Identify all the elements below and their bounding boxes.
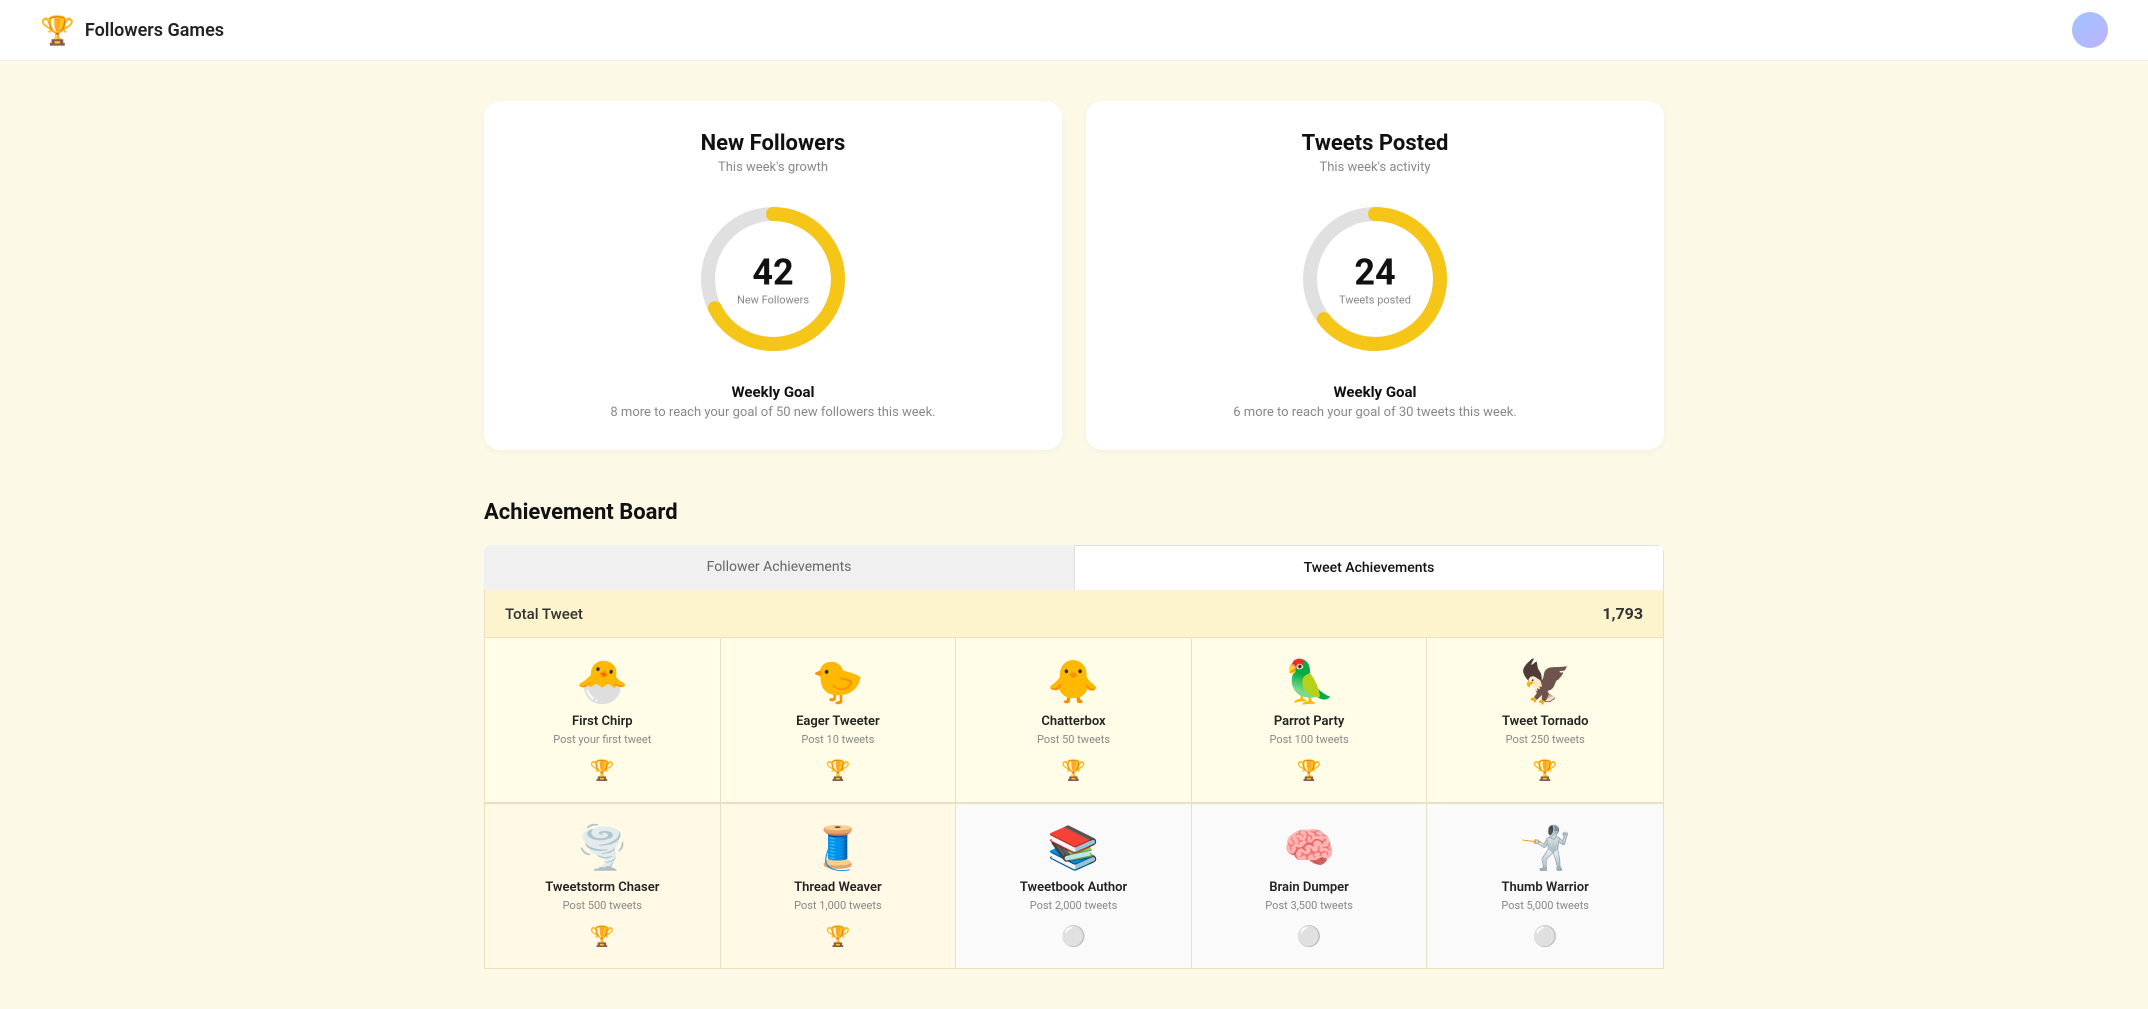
new-followers-subtitle: This week's growth <box>524 160 1022 175</box>
new-followers-label: New Followers <box>737 294 809 307</box>
new-followers-chart: 42 New Followers <box>524 199 1022 359</box>
thumb-warrior-desc: Post 5,000 tweets <box>1443 899 1647 912</box>
thumb-warrior-emoji: 🤺 <box>1443 828 1647 870</box>
avatar[interactable] <box>2072 12 2108 48</box>
tweets-posted-donut: 24 Tweets posted <box>1295 199 1455 359</box>
eager-tweeter-desc: Post 10 tweets <box>737 733 940 746</box>
achievement-thumb-warrior: 🤺 Thumb Warrior Post 5,000 tweets ⚪ <box>1427 804 1663 968</box>
first-chirp-name: First Chirp <box>501 714 704 729</box>
tweet-tornado-trophy: 🏆 <box>1533 758 1558 782</box>
thread-weaver-desc: Post 1,000 tweets <box>737 899 940 912</box>
tweetstorm-chaser-emoji: 🌪️ <box>501 828 704 870</box>
tweetstorm-chaser-trophy: 🏆 <box>590 924 615 948</box>
avatar-image <box>2072 12 2108 48</box>
tweets-posted-goal-text: 6 more to reach your goal of 30 tweets t… <box>1126 405 1624 420</box>
tweets-posted-title: Tweets Posted <box>1126 131 1624 156</box>
eager-tweeter-trophy: 🏆 <box>825 758 850 782</box>
brain-dumper-desc: Post 3,500 tweets <box>1208 899 1411 912</box>
first-chirp-desc: Post your first tweet <box>501 733 704 746</box>
tweet-tornado-name: Tweet Tornado <box>1443 714 1647 729</box>
tweets-posted-goal-title: Weekly Goal <box>1126 383 1624 401</box>
parrot-party-trophy: 🏆 <box>1297 758 1322 782</box>
achievement-brain-dumper: 🧠 Brain Dumper Post 3,500 tweets ⚪ <box>1192 804 1428 968</box>
tweets-posted-subtitle: This week's activity <box>1126 160 1624 175</box>
tweets-posted-chart: 24 Tweets posted <box>1126 199 1624 359</box>
achievement-thread-weaver: 🧵 Thread Weaver Post 1,000 tweets 🏆 <box>721 804 957 968</box>
achievement-board-title: Achievement Board <box>484 500 1664 525</box>
thread-weaver-name: Thread Weaver <box>737 880 940 895</box>
parrot-party-emoji: 🦜 <box>1208 662 1411 704</box>
achievement-grid-row2: 🌪️ Tweetstorm Chaser Post 500 tweets 🏆 🧵… <box>484 804 1664 969</box>
tweetbook-author-emoji: 📚 <box>972 828 1175 870</box>
thumb-warrior-name: Thumb Warrior <box>1443 880 1647 895</box>
new-followers-goal-title: Weekly Goal <box>524 383 1022 401</box>
app-title: Followers Games <box>85 20 224 41</box>
achievement-tabs: Follower Achievements Tweet Achievements <box>484 545 1664 590</box>
tweetbook-author-desc: Post 2,000 tweets <box>972 899 1175 912</box>
achievement-tweetstorm-chaser: 🌪️ Tweetstorm Chaser Post 500 tweets 🏆 <box>485 804 721 968</box>
main-content: New Followers This week's growth 42 New … <box>454 61 1694 1009</box>
first-chirp-emoji: 🐣 <box>501 662 704 704</box>
tweetbook-author-name: Tweetbook Author <box>972 880 1175 895</box>
header: 🏆 Followers Games <box>0 0 2148 61</box>
chatterbox-name: Chatterbox <box>972 714 1175 729</box>
logo-icon: 🏆 <box>40 14 75 47</box>
tweets-posted-center: 24 Tweets posted <box>1339 252 1411 307</box>
first-chirp-trophy: 🏆 <box>590 758 615 782</box>
achievement-parrot-party: 🦜 Parrot Party Post 100 tweets 🏆 <box>1192 638 1428 803</box>
thread-weaver-trophy: 🏆 <box>825 924 850 948</box>
new-followers-center: 42 New Followers <box>737 252 809 307</box>
chatterbox-trophy: 🏆 <box>1061 758 1086 782</box>
achievement-eager-tweeter: 🐤 Eager Tweeter Post 10 tweets 🏆 <box>721 638 957 803</box>
tweet-tornado-desc: Post 250 tweets <box>1443 733 1647 746</box>
achievement-tweet-tornado: 🦅 Tweet Tornado Post 250 tweets 🏆 <box>1427 638 1663 803</box>
parrot-party-desc: Post 100 tweets <box>1208 733 1411 746</box>
eager-tweeter-emoji: 🐤 <box>737 662 940 704</box>
new-followers-goal-text: 8 more to reach your goal of 50 new foll… <box>524 405 1022 420</box>
tab-follower-achievements[interactable]: Follower Achievements <box>484 545 1074 590</box>
stats-row: New Followers This week's growth 42 New … <box>484 101 1664 450</box>
achievement-tweetbook-author: 📚 Tweetbook Author Post 2,000 tweets ⚪ <box>956 804 1192 968</box>
thread-weaver-emoji: 🧵 <box>737 828 940 870</box>
tweet-tornado-emoji: 🦅 <box>1443 662 1647 704</box>
tweetstorm-chaser-desc: Post 500 tweets <box>501 899 704 912</box>
achievement-grid-row1: 🐣 First Chirp Post your first tweet 🏆 🐤 … <box>484 638 1664 804</box>
new-followers-donut: 42 New Followers <box>693 199 853 359</box>
chatterbox-desc: Post 50 tweets <box>972 733 1175 746</box>
tweets-posted-label: Tweets posted <box>1339 294 1411 307</box>
achievement-chatterbox: 🐥 Chatterbox Post 50 tweets 🏆 <box>956 638 1192 803</box>
total-label: Total Tweet <box>505 605 583 623</box>
eager-tweeter-name: Eager Tweeter <box>737 714 940 729</box>
tweetbook-author-trophy: ⚪ <box>1061 924 1086 948</box>
brain-dumper-name: Brain Dumper <box>1208 880 1411 895</box>
thumb-warrior-trophy: ⚪ <box>1533 924 1558 948</box>
total-value: 1,793 <box>1602 604 1643 623</box>
tab-tweet-achievements[interactable]: Tweet Achievements <box>1074 545 1664 590</box>
new-followers-title: New Followers <box>524 131 1022 156</box>
achievement-board: Achievement Board Follower Achievements … <box>484 500 1664 969</box>
parrot-party-name: Parrot Party <box>1208 714 1411 729</box>
brain-dumper-trophy: ⚪ <box>1297 924 1322 948</box>
new-followers-card: New Followers This week's growth 42 New … <box>484 101 1062 450</box>
header-left: 🏆 Followers Games <box>40 14 224 47</box>
brain-dumper-emoji: 🧠 <box>1208 828 1411 870</box>
new-followers-value: 42 <box>737 252 809 294</box>
tweets-posted-value: 24 <box>1339 252 1411 294</box>
total-row: Total Tweet 1,793 <box>484 590 1664 638</box>
chatterbox-emoji: 🐥 <box>972 662 1175 704</box>
achievement-first-chirp: 🐣 First Chirp Post your first tweet 🏆 <box>485 638 721 803</box>
tweets-posted-card: Tweets Posted This week's activity 24 Tw… <box>1086 101 1664 450</box>
tweetstorm-chaser-name: Tweetstorm Chaser <box>501 880 704 895</box>
